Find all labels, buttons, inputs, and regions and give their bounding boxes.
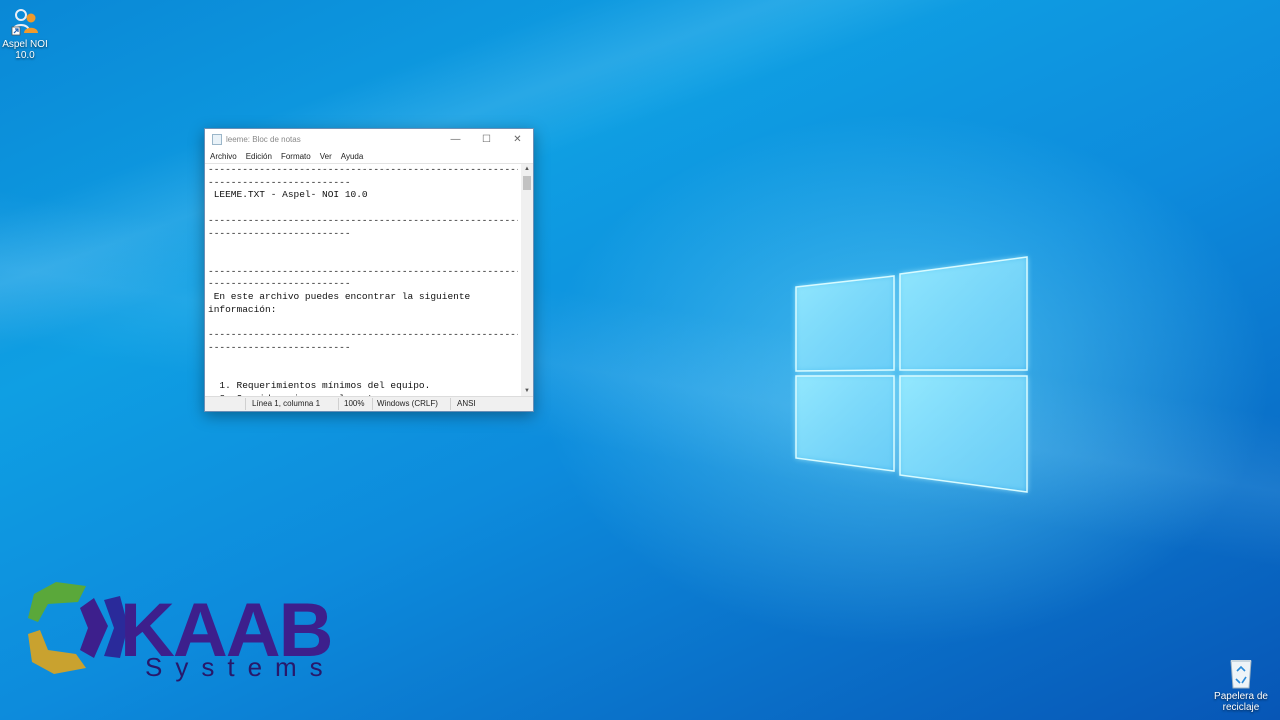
status-divider bbox=[372, 398, 373, 410]
title-bar[interactable]: leeme: Bloc de notas — ☐ ✕ bbox=[205, 129, 533, 149]
windows-logo-pane bbox=[899, 375, 1028, 493]
scroll-down-icon[interactable]: ▼ bbox=[521, 386, 533, 396]
desktop-icon-label: Aspel NOI bbox=[2, 39, 48, 50]
text-editor[interactable]: ----------------------------------------… bbox=[208, 164, 518, 396]
menu-item-formato[interactable]: Formato bbox=[281, 152, 311, 161]
desktop-icon-label: Papelera de bbox=[1214, 691, 1268, 702]
status-divider bbox=[450, 398, 451, 410]
menu-item-edicion[interactable]: Edición bbox=[246, 152, 272, 161]
desktop-icon-recycle-bin[interactable]: Papelera de reciclaje bbox=[1214, 657, 1268, 713]
status-encoding: ANSI bbox=[457, 399, 476, 408]
close-button[interactable]: ✕ bbox=[502, 134, 533, 145]
windows-logo-pane bbox=[795, 375, 895, 472]
notepad-window[interactable]: leeme: Bloc de notas — ☐ ✕ Archivo Edici… bbox=[204, 128, 534, 412]
windows-logo-pane bbox=[899, 256, 1028, 371]
status-bar: Línea 1, columna 1 100% Windows (CRLF) A… bbox=[205, 396, 533, 411]
scroll-up-icon[interactable]: ▲ bbox=[521, 164, 533, 174]
status-divider bbox=[245, 398, 246, 410]
windows-logo-pane bbox=[795, 275, 895, 372]
status-cursor-position: Línea 1, columna 1 bbox=[252, 399, 321, 408]
maximize-button[interactable]: ☐ bbox=[471, 134, 502, 145]
desktop-icon-label: reciclaje bbox=[1222, 702, 1260, 713]
menu-item-ver[interactable]: Ver bbox=[320, 152, 332, 161]
scroll-thumb[interactable] bbox=[523, 176, 531, 190]
menu-item-ayuda[interactable]: Ayuda bbox=[341, 152, 364, 161]
notepad-app-icon bbox=[212, 133, 222, 145]
text-area-container: ----------------------------------------… bbox=[205, 163, 533, 396]
menu-bar: Archivo Edición Formato Ver Ayuda bbox=[205, 149, 533, 163]
status-divider bbox=[338, 398, 339, 410]
status-line-ending: Windows (CRLF) bbox=[377, 399, 438, 408]
minimize-button[interactable]: — bbox=[440, 134, 471, 145]
recycle-bin-icon bbox=[1230, 660, 1252, 689]
vertical-scrollbar[interactable]: ▲ ▼ bbox=[521, 164, 533, 396]
desktop-icon-label: 10.0 bbox=[15, 50, 35, 61]
desktop-icon-aspel-noi[interactable]: Aspel NOI 10.0 bbox=[2, 7, 48, 61]
status-zoom: 100% bbox=[344, 399, 365, 408]
menu-item-archivo[interactable]: Archivo bbox=[210, 152, 237, 161]
kaab-tagline: Systems bbox=[145, 652, 336, 682]
users-shortcut-icon bbox=[11, 9, 38, 36]
window-title: leeme: Bloc de notas bbox=[226, 134, 301, 144]
